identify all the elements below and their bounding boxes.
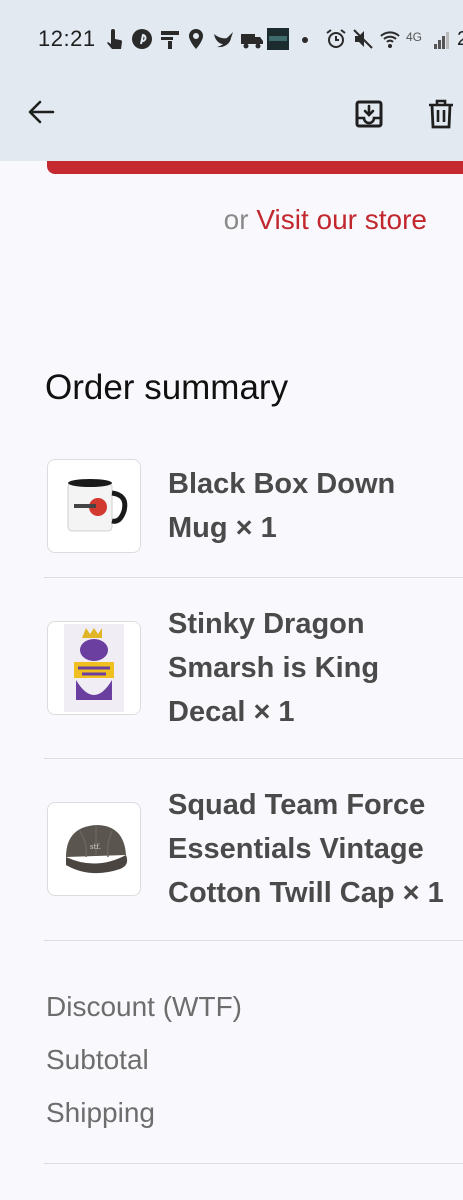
item-image-decal	[47, 621, 141, 715]
visit-store-line: or Visit our store	[224, 204, 427, 236]
archive-button[interactable]	[345, 90, 393, 138]
mute-icon	[353, 29, 373, 49]
decal-image	[64, 624, 124, 712]
back-button[interactable]	[17, 88, 65, 136]
news-icon	[161, 31, 179, 49]
item-divider	[44, 758, 463, 759]
media-thumbnail-icon	[267, 28, 289, 50]
arrow-back-icon	[28, 100, 55, 124]
item-image-mug	[47, 459, 141, 553]
visit-store-link[interactable]: Visit our store	[256, 204, 427, 235]
item-title: Black Box Down Mug × 1	[168, 468, 396, 544]
app-bar	[0, 80, 463, 161]
alarm-icon	[326, 29, 346, 48]
status-time: 12:21	[38, 26, 96, 51]
item-divider	[44, 577, 463, 578]
signal-icon	[434, 32, 449, 49]
status-bar: 12:21 4G 2	[0, 0, 463, 80]
totals-divider	[44, 1163, 463, 1164]
item-image-cap: stf.	[47, 802, 141, 896]
svg-text:stf.: stf.	[90, 843, 101, 851]
order-summary-heading: Order summary	[45, 368, 289, 407]
location-icon	[189, 29, 203, 49]
item-title: Squad Team Force Essentials Vintage Cott…	[168, 789, 444, 909]
bird-icon	[214, 32, 233, 48]
pinterest-icon	[132, 29, 152, 49]
item-title: Stinky Dragon Smarsh is King Decal × 1	[168, 608, 380, 728]
dot-icon	[302, 37, 308, 43]
mug-image	[67, 479, 128, 532]
store-prefix: or	[223, 204, 249, 235]
truck-icon	[241, 34, 263, 49]
battery-percent: 2	[457, 28, 463, 50]
subtotal-label: Subtotal	[46, 1044, 149, 1075]
archive-icon	[355, 100, 383, 128]
discount-label: Discount (WTF)	[46, 991, 242, 1022]
top-chrome: 12:21 4G 2	[0, 0, 463, 161]
shipping-label: Shipping	[46, 1097, 155, 1128]
trash-icon	[429, 99, 453, 129]
delete-button[interactable]	[417, 90, 463, 138]
cap-image: stf.	[66, 825, 128, 874]
wifi-icon	[380, 31, 400, 48]
checkout-button-edge[interactable]	[47, 161, 463, 174]
network-type-label: 4G	[406, 30, 423, 44]
item-divider	[44, 940, 463, 941]
order-totals: Discount (WTF) Subtotal Shipping	[46, 980, 242, 1139]
touch-icon	[107, 29, 122, 49]
